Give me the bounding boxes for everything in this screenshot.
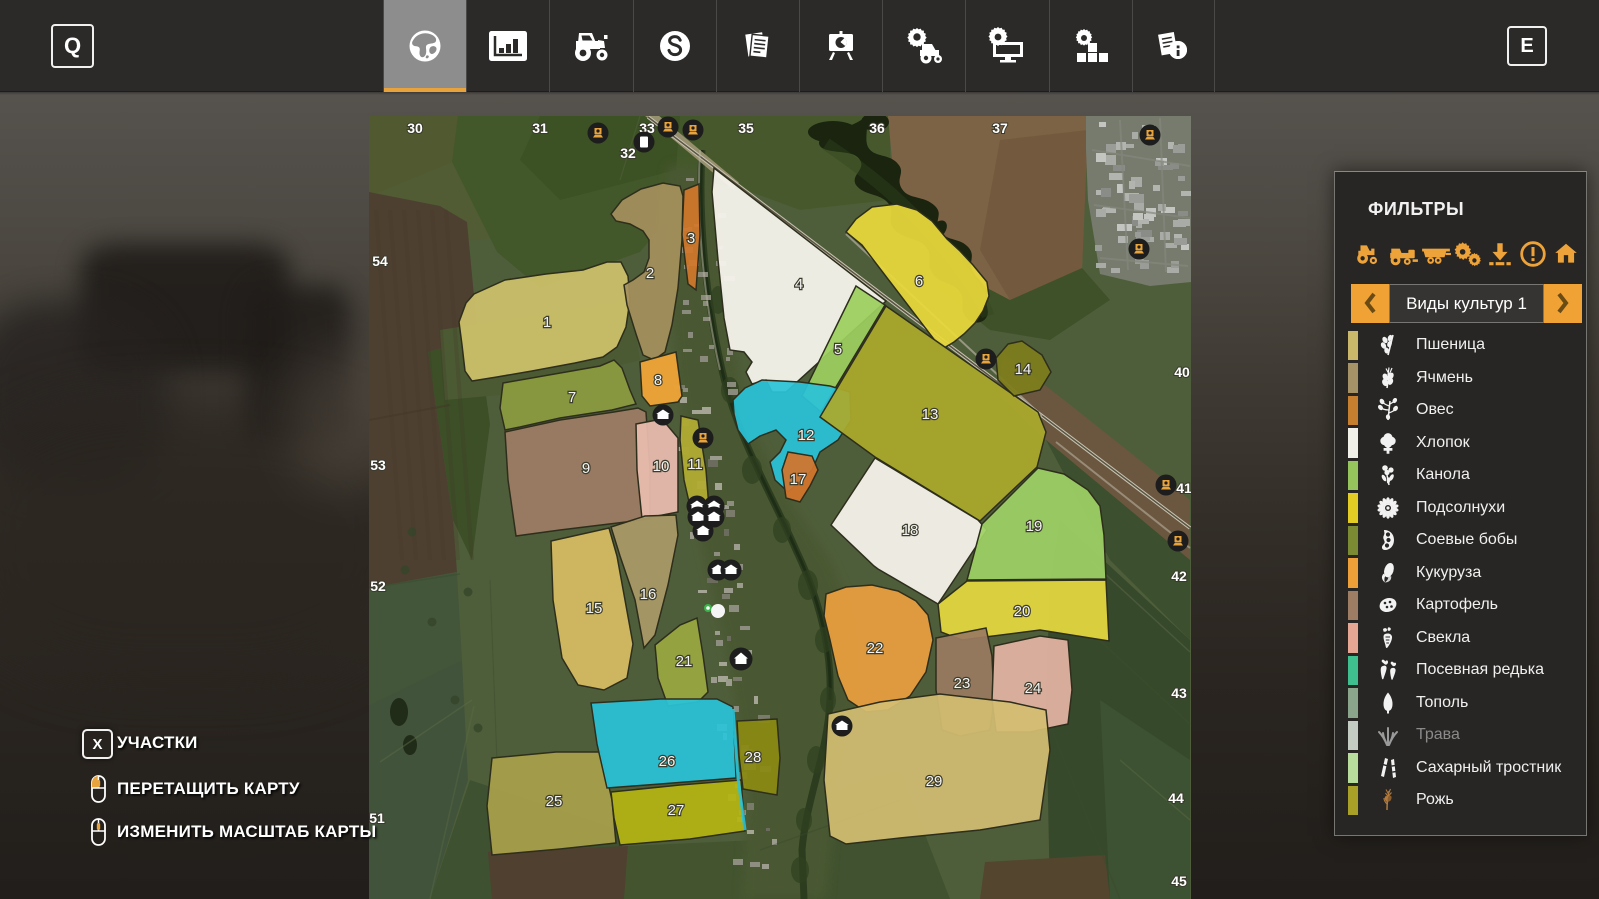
svg-text:16: 16 (640, 586, 657, 603)
svg-text:28: 28 (745, 749, 762, 766)
svg-text:2: 2 (646, 265, 654, 282)
svg-text:45: 45 (1171, 873, 1187, 889)
svg-text:21: 21 (676, 653, 693, 670)
svg-text:29: 29 (926, 773, 943, 790)
svg-text:25: 25 (546, 793, 563, 810)
svg-text:43: 43 (1171, 685, 1187, 701)
svg-text:22: 22 (867, 640, 884, 657)
svg-text:11: 11 (687, 456, 703, 473)
svg-text:4: 4 (795, 276, 803, 293)
svg-text:54: 54 (372, 253, 388, 269)
svg-text:53: 53 (370, 457, 386, 473)
svg-text:12: 12 (798, 427, 815, 444)
svg-text:44: 44 (1168, 790, 1184, 806)
svg-text:8: 8 (654, 372, 662, 389)
svg-text:31: 31 (532, 120, 548, 136)
svg-text:13: 13 (922, 406, 939, 423)
svg-text:10: 10 (653, 458, 670, 475)
svg-text:41: 41 (1176, 480, 1191, 496)
svg-text:26: 26 (659, 753, 676, 770)
svg-text:40: 40 (1174, 364, 1190, 380)
svg-text:15: 15 (586, 600, 603, 617)
svg-text:37: 37 (992, 120, 1008, 136)
svg-text:27: 27 (668, 802, 685, 819)
svg-text:17: 17 (790, 471, 807, 488)
svg-text:32: 32 (620, 145, 636, 161)
svg-text:23: 23 (954, 675, 971, 692)
svg-text:42: 42 (1171, 568, 1187, 584)
svg-text:6: 6 (915, 273, 923, 290)
svg-text:30: 30 (407, 120, 423, 136)
svg-text:52: 52 (370, 578, 386, 594)
svg-text:36: 36 (869, 120, 885, 136)
svg-text:35: 35 (738, 120, 754, 136)
svg-text:5: 5 (834, 341, 842, 358)
svg-text:24: 24 (1025, 680, 1042, 697)
svg-text:1: 1 (543, 314, 551, 331)
svg-text:18: 18 (902, 522, 919, 539)
svg-text:19: 19 (1026, 518, 1043, 535)
svg-text:3: 3 (687, 230, 695, 247)
svg-text:7: 7 (568, 389, 576, 406)
svg-text:14: 14 (1015, 361, 1032, 378)
svg-text:9: 9 (582, 460, 590, 477)
svg-text:20: 20 (1014, 603, 1031, 620)
